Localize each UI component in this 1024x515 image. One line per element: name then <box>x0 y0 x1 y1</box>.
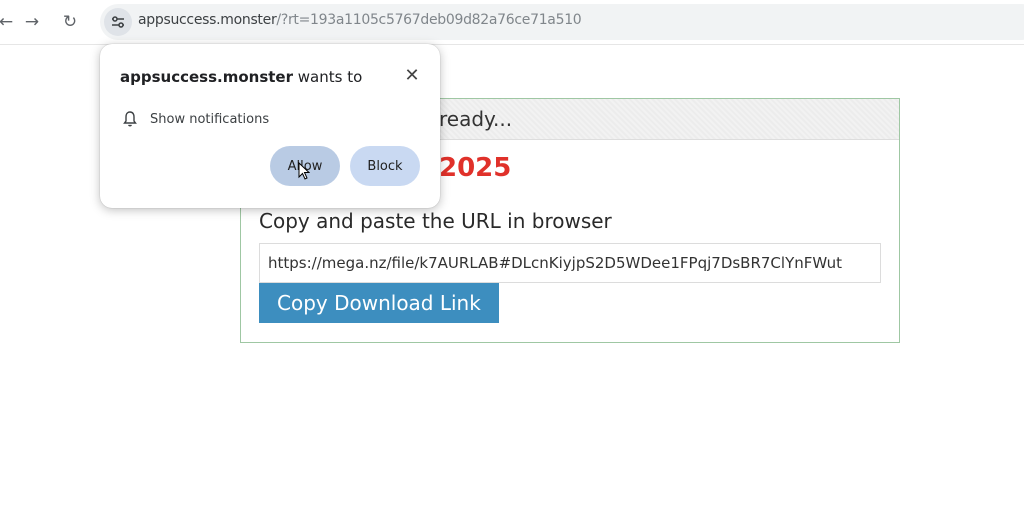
popup-site: appsuccess.monster <box>120 68 293 86</box>
bell-icon <box>123 111 137 127</box>
year-heading: 2025 <box>439 153 512 183</box>
forward-icon[interactable]: → <box>18 8 46 36</box>
browser-toolbar: ← → ↻ appsuccess.monster/?rt=193a1105c57… <box>0 0 1024 45</box>
url-host: appsuccess.monster <box>138 12 277 28</box>
download-url-field[interactable] <box>259 243 881 283</box>
block-button[interactable]: Block <box>350 146 420 186</box>
reload-icon[interactable]: ↻ <box>56 8 84 36</box>
copy-download-link-button[interactable]: Copy Download Link <box>259 283 499 323</box>
header-text: ready... <box>439 107 513 131</box>
back-icon[interactable]: ← <box>0 8 20 36</box>
mouse-cursor-icon <box>298 162 310 180</box>
url-text[interactable]: appsuccess.monster/?rt=193a1105c5767deb0… <box>138 12 582 28</box>
popup-title-suffix: wants to <box>293 68 363 86</box>
show-notifications-label: Show notifications <box>150 112 270 127</box>
url-path: /?rt=193a1105c5767deb09d82a76ce71a510 <box>276 12 582 28</box>
close-icon[interactable]: ✕ <box>400 64 424 88</box>
popup-title: appsuccess.monster wants to <box>120 68 362 86</box>
copy-instruction: Copy and paste the URL in browser <box>259 209 612 233</box>
notification-permission-popup: appsuccess.monster wants to ✕ Show notif… <box>100 44 440 208</box>
site-settings-icon[interactable] <box>104 8 132 36</box>
